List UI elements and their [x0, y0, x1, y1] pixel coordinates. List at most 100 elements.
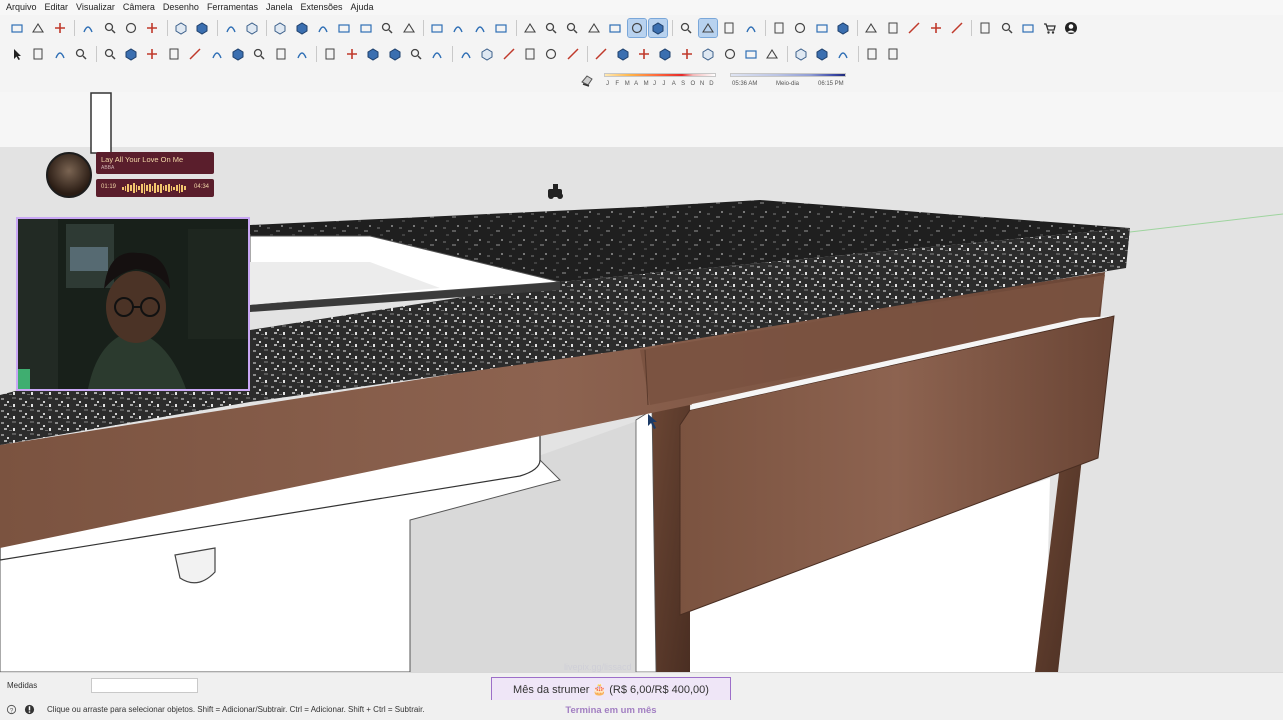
- tb-share-button[interactable]: [813, 19, 831, 37]
- menu-camera[interactable]: Câmera: [123, 0, 155, 15]
- draw-axes-button[interactable]: [542, 45, 560, 63]
- draw-component-button[interactable]: [29, 45, 47, 63]
- draw-line-button[interactable]: [101, 45, 119, 63]
- draw-box-button[interactable]: [813, 45, 831, 63]
- tb-new-file-button[interactable]: [8, 19, 26, 37]
- tb-hatching-button[interactable]: [742, 19, 760, 37]
- draw-move-button[interactable]: [321, 45, 339, 63]
- credits-info-icon[interactable]: [24, 704, 35, 715]
- draw-text-button[interactable]: [521, 45, 539, 63]
- tb-paste-button[interactable]: [122, 19, 140, 37]
- draw-previous-button[interactable]: [699, 45, 717, 63]
- tb-iso-view-button[interactable]: [271, 19, 289, 37]
- menu-ajuda[interactable]: Ajuda: [351, 0, 374, 15]
- draw-section-plane-button[interactable]: [792, 45, 810, 63]
- shadow-toggle-icon[interactable]: [580, 73, 594, 87]
- tb-cut-button[interactable]: [79, 19, 97, 37]
- tb-style-builder-button[interactable]: [884, 19, 902, 37]
- tb-settings-button[interactable]: [976, 19, 994, 37]
- tb-zoom-style-b-button[interactable]: [492, 19, 510, 37]
- draw-curve-button[interactable]: [884, 45, 902, 63]
- draw-pie-button[interactable]: [293, 45, 311, 63]
- tb-extension-warehouse-button[interactable]: [791, 19, 809, 37]
- tb-undo-button[interactable]: [172, 19, 190, 37]
- tb-cart-button[interactable]: [1041, 19, 1059, 37]
- draw-arc-button[interactable]: [229, 45, 247, 63]
- draw-protractor-button[interactable]: [500, 45, 518, 63]
- tb-front-view-button[interactable]: [314, 19, 332, 37]
- tb-section-cuts-button[interactable]: [720, 19, 738, 37]
- draw-freehand-button[interactable]: [122, 45, 140, 63]
- tb-back-view-button[interactable]: [357, 19, 375, 37]
- tb-right-view-button[interactable]: [335, 19, 353, 37]
- menu-editar[interactable]: Editar: [45, 0, 69, 15]
- tb-monochrome-button[interactable]: [647, 18, 668, 38]
- draw-paint-button[interactable]: [51, 45, 69, 63]
- draw-rectangle-button[interactable]: [143, 45, 161, 63]
- tb-xray-button[interactable]: [521, 19, 539, 37]
- tb-left-view-button[interactable]: [378, 19, 396, 37]
- tb-print-button[interactable]: [222, 19, 240, 37]
- draw-polygon-button[interactable]: [208, 45, 226, 63]
- draw-zoom-button[interactable]: [635, 45, 653, 63]
- draw-tape-button[interactable]: [457, 45, 475, 63]
- draw-select-button[interactable]: [8, 45, 26, 63]
- draw-eraser-button[interactable]: [72, 45, 90, 63]
- draw-orbit-button[interactable]: [592, 45, 610, 63]
- tb-classifier-button[interactable]: [834, 19, 852, 37]
- measures-input[interactable]: [91, 678, 198, 693]
- tb-hidden-line-button[interactable]: [585, 19, 603, 37]
- tb-wireframe-button[interactable]: [563, 19, 581, 37]
- draw-zoom-window-button[interactable]: [656, 45, 674, 63]
- tb-window-button[interactable]: [998, 19, 1016, 37]
- draw-pan-button[interactable]: [614, 45, 632, 63]
- tb-copy-button[interactable]: [101, 19, 119, 37]
- draw-rotate-button[interactable]: [364, 45, 382, 63]
- menu-extensoes[interactable]: Extensões: [301, 0, 343, 15]
- tb-redo-button[interactable]: [193, 19, 211, 37]
- geo-location-icon[interactable]: ?: [6, 704, 17, 715]
- time-slider[interactable]: [730, 73, 846, 77]
- tb-dynamic-button[interactable]: [905, 19, 923, 37]
- tb-cloud-button[interactable]: [948, 19, 966, 37]
- tb-model-info-button[interactable]: [243, 19, 261, 37]
- tb-zoom-style-a-button[interactable]: [471, 19, 489, 37]
- draw-position-camera-button[interactable]: [721, 45, 739, 63]
- draw-push-pull-button[interactable]: [343, 45, 361, 63]
- tb-section-plane-button[interactable]: [677, 19, 695, 37]
- draw-offset-button[interactable]: [428, 45, 446, 63]
- menu-visualizar[interactable]: Visualizar: [76, 0, 115, 15]
- draw-rotated-rect-button[interactable]: [165, 45, 183, 63]
- tb-back-edges-button[interactable]: [542, 19, 560, 37]
- tb-warehouse-button[interactable]: [770, 19, 788, 37]
- tb-orbit-button[interactable]: [428, 19, 446, 37]
- tb-info-button[interactable]: [1019, 19, 1037, 37]
- tb-account-button[interactable]: [1062, 19, 1080, 37]
- menu-ferramentas[interactable]: Ferramentas: [207, 0, 258, 15]
- draw-circle-button[interactable]: [186, 45, 204, 63]
- date-slider[interactable]: [604, 73, 716, 77]
- draw-mirror-button[interactable]: [863, 45, 881, 63]
- draw-3pt-arc-button[interactable]: [272, 45, 290, 63]
- tb-open-folder-button[interactable]: [29, 19, 47, 37]
- tb-pan-button[interactable]: [449, 19, 467, 37]
- draw-2pt-arc-button[interactable]: [250, 45, 268, 63]
- draw-solid-button[interactable]: [834, 45, 852, 63]
- menu-arquivo[interactable]: Arquivo: [6, 0, 37, 15]
- tb-erase-doc-button[interactable]: [143, 19, 161, 37]
- tb-sandbox-button[interactable]: [927, 19, 945, 37]
- menu-desenho[interactable]: Desenho: [163, 0, 199, 15]
- tb-save-button[interactable]: [51, 19, 69, 37]
- draw-look-around-button[interactable]: [742, 45, 760, 63]
- tb-top-view-button[interactable]: [293, 19, 311, 37]
- draw-scale-button[interactable]: [386, 45, 404, 63]
- draw-3d-text-button[interactable]: [564, 45, 582, 63]
- draw-zoom-extents-button[interactable]: [678, 45, 696, 63]
- draw-walk-button[interactable]: [763, 45, 781, 63]
- draw-dimension-button[interactable]: [478, 45, 496, 63]
- draw-follow-me-button[interactable]: [407, 45, 425, 63]
- tb-bottom-view-button[interactable]: [400, 19, 418, 37]
- menu-janela[interactable]: Janela: [266, 0, 293, 15]
- tb-layout-button[interactable]: [862, 19, 880, 37]
- tb-shaded-button[interactable]: [606, 19, 624, 37]
